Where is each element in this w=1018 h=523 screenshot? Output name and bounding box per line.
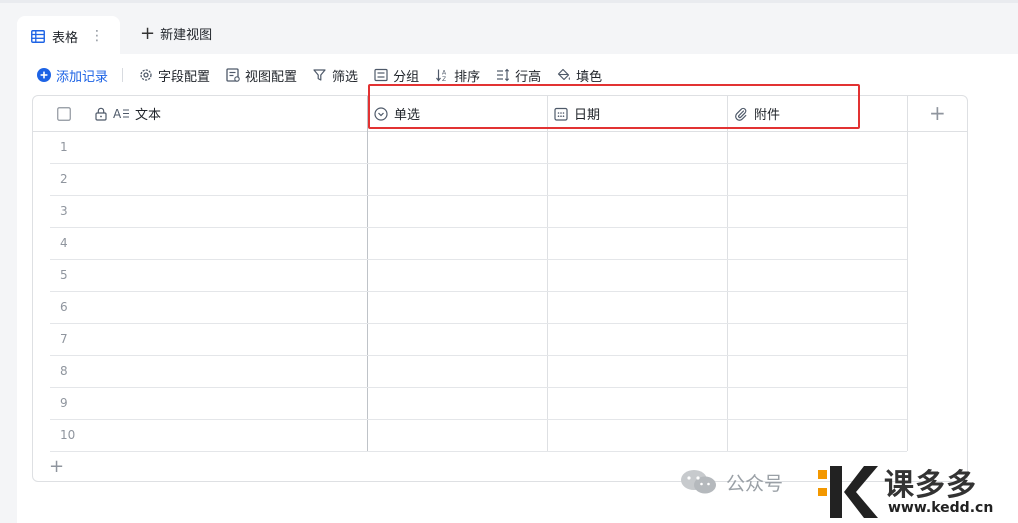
table-row[interactable]: 6 [50, 292, 907, 324]
tab-label: 表格 [52, 30, 79, 46]
filter-icon [313, 69, 326, 81]
new-view-label: 新建视图 [160, 28, 213, 43]
brand-logo: 课多多 www.kedd.cn [818, 458, 1016, 522]
row-number: 10 [60, 428, 76, 442]
row-number: 8 [60, 364, 68, 378]
row-height-label: 行高 [515, 69, 542, 85]
row-number: 2 [60, 172, 68, 186]
watermark: 公众号 [680, 462, 783, 502]
table-row[interactable]: 3 [50, 196, 907, 228]
group-icon [374, 68, 388, 82]
sort-label: 排序 [454, 69, 481, 85]
table-row[interactable]: 1 [50, 132, 907, 164]
row-number: 1 [60, 140, 68, 154]
sort-button[interactable]: A Z 排序 [435, 66, 480, 85]
table-row[interactable]: 2 [50, 164, 907, 196]
brand-name: 课多多 [884, 468, 977, 503]
brand-url: www.kedd.cn [888, 500, 994, 516]
group-button[interactable]: 分组 [374, 66, 419, 85]
filter-button[interactable]: 筛选 [313, 66, 358, 85]
row-number: 6 [60, 300, 68, 314]
field-config-label: 字段配置 [158, 69, 211, 85]
table-row[interactable]: 4 [50, 228, 907, 260]
wechat-icon [681, 470, 716, 494]
paint-bucket-icon [558, 68, 571, 81]
highlight-box [368, 84, 860, 129]
add-row-button[interactable]: + [49, 458, 64, 476]
gear-icon [140, 69, 152, 81]
sort-icon: A Z [436, 69, 447, 82]
tab-table-view[interactable]: 表格 ⋮ [17, 16, 120, 56]
watermark-account: 公众号 [726, 472, 784, 495]
column-label: 文本 [135, 108, 162, 123]
data-table: A 文本 单选 日期 附件 + 1 2 3 4 5 6 7 8 9 10 + [32, 95, 968, 482]
checkbox-icon [57, 106, 71, 121]
row-height-button[interactable]: 行高 [496, 66, 541, 85]
lock-icon [95, 107, 107, 121]
add-record-button[interactable]: 添加记录 [37, 66, 108, 85]
more-vertical-icon[interactable]: ⋮ [90, 29, 104, 43]
view-config-label: 视图配置 [245, 69, 298, 85]
add-record-label: 添加记录 [56, 69, 109, 85]
fill-color-button[interactable]: 填色 [557, 66, 602, 85]
field-config-button[interactable]: 字段配置 [139, 66, 210, 85]
table-row[interactable]: 8 [50, 356, 907, 388]
select-all-checkbox[interactable] [57, 96, 77, 131]
column-header-text[interactable]: A 文本 [95, 96, 161, 131]
new-view-button[interactable]: + 新建视图 [140, 24, 212, 43]
add-circle-icon [37, 68, 51, 82]
row-number: 4 [60, 236, 68, 250]
row-number: 3 [60, 204, 68, 218]
text-field-icon: A [113, 107, 129, 120]
view-tabs-bar: 表格 ⋮ + 新建视图 [0, 14, 1018, 56]
column-divider [907, 96, 908, 451]
group-label: 分组 [393, 69, 420, 85]
table-row[interactable]: 7 [50, 324, 907, 356]
row-number: 9 [60, 396, 68, 410]
view-config-button[interactable]: 视图配置 [226, 66, 297, 85]
brand-k-logo-icon [818, 466, 878, 518]
row-number: 5 [60, 268, 68, 282]
top-strip [0, 0, 1018, 3]
fill-color-label: 填色 [576, 69, 603, 85]
view-config-icon [226, 68, 240, 82]
row-height-icon [497, 68, 510, 82]
table-row[interactable]: 10 [50, 420, 907, 452]
table-row[interactable]: 5 [50, 260, 907, 292]
plus-icon: + [140, 22, 156, 44]
svg-text:A: A [113, 107, 122, 120]
filter-label: 筛选 [332, 69, 359, 85]
row-number: 7 [60, 332, 68, 346]
add-field-button[interactable]: + [929, 103, 946, 123]
table-row[interactable]: 9 [50, 388, 907, 420]
svg-text:Z: Z [442, 76, 446, 82]
toolbar-divider [122, 68, 124, 82]
table-icon [31, 29, 45, 43]
